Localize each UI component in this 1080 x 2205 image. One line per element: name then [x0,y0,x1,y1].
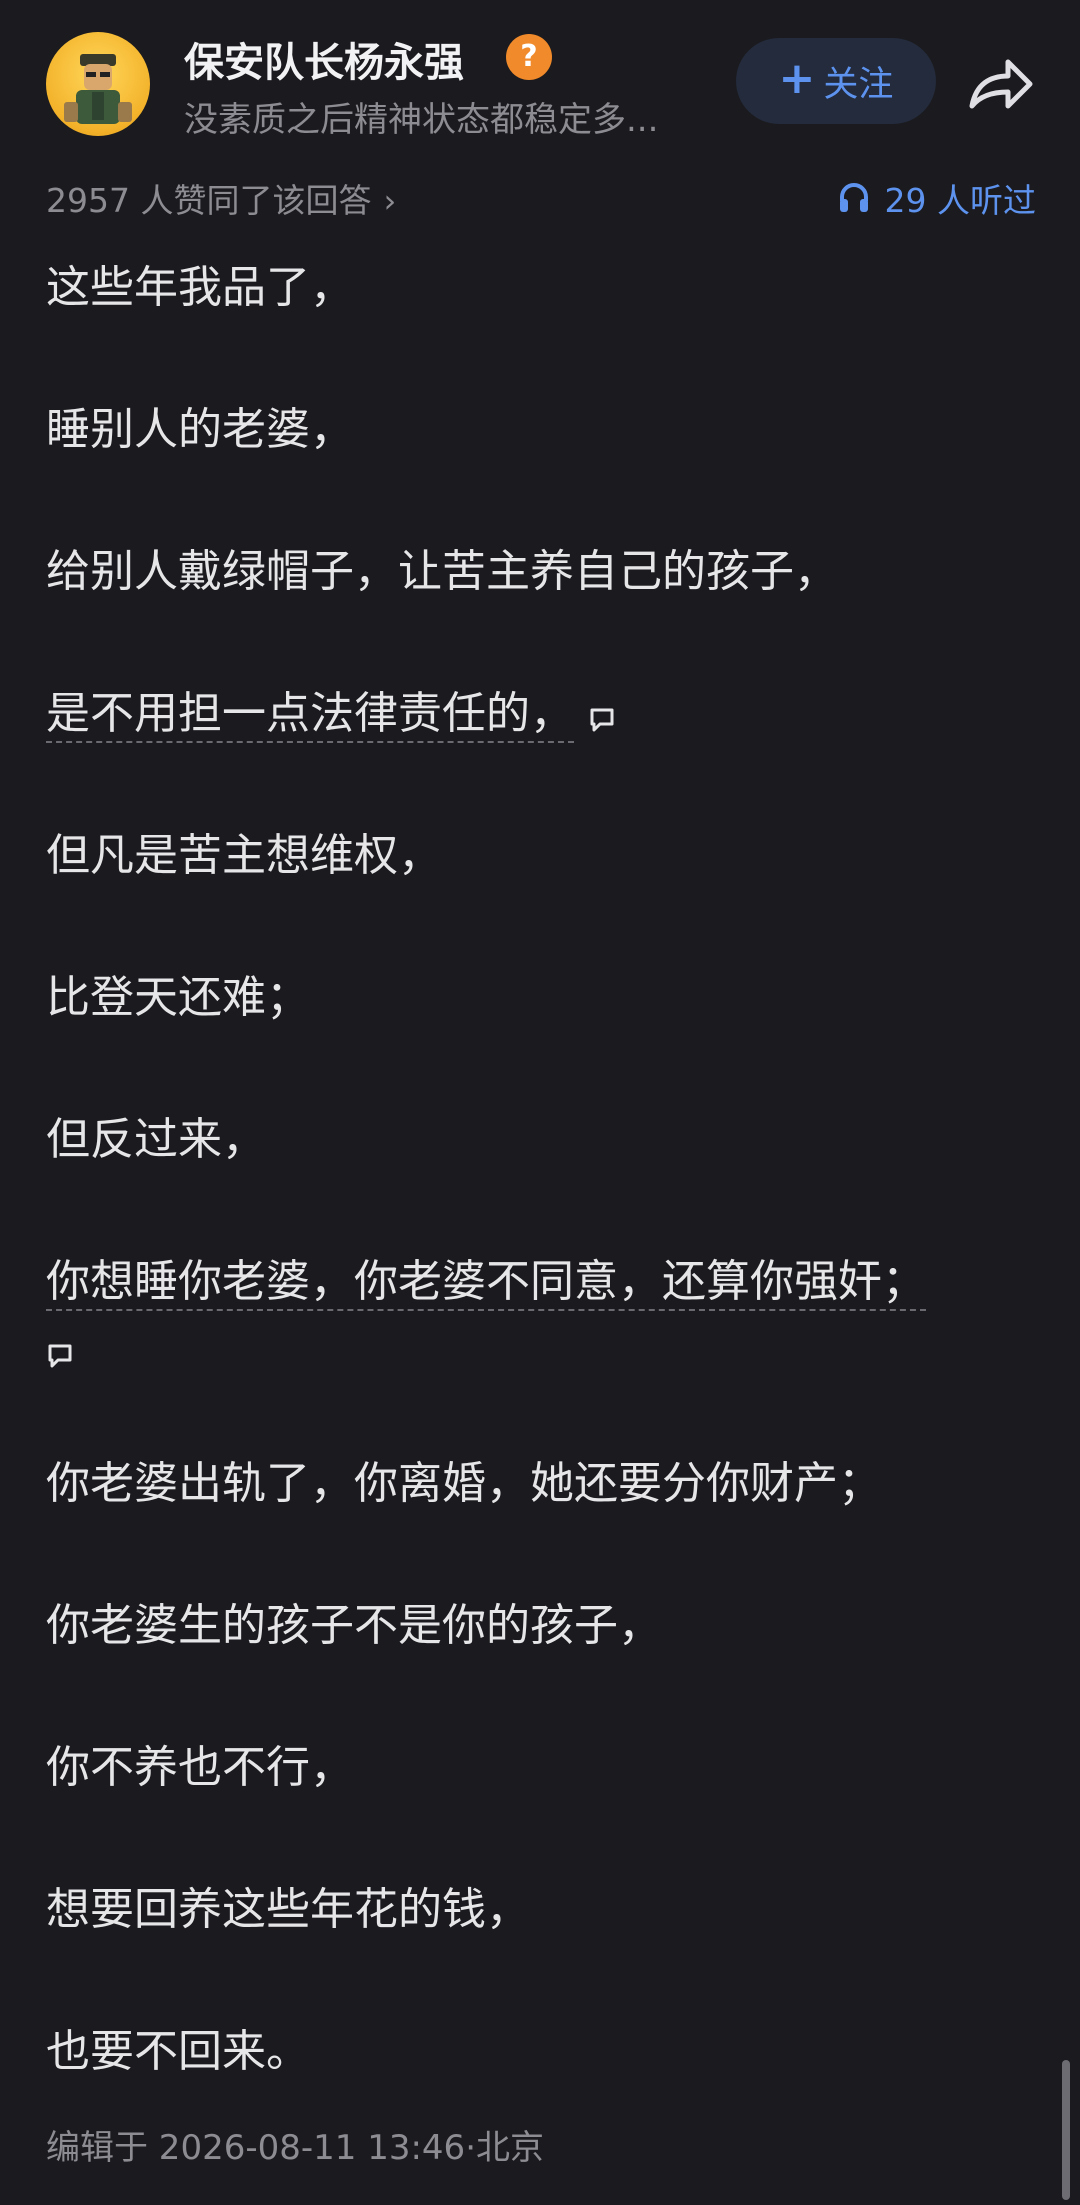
author-name[interactable]: 保安队长杨永强 [184,30,464,88]
follow-label: 关注 [823,64,894,105]
comment-icon[interactable] [46,1342,74,1370]
answer-paragraph: 比登天还难； [46,972,310,1023]
answer-paragraph: 睡别人的老婆， [46,404,354,455]
answer-paragraph: 想要回养这些年花的钱， [46,1884,530,1935]
chevron-right-icon: › [383,182,397,220]
question-badge-icon[interactable]: ? [506,34,552,80]
share-icon[interactable] [966,54,1036,114]
answer-paragraph: 给别人戴绿帽子，让苦主养自己的孩子， [46,546,838,597]
author-bio[interactable]: 没素质之后精神状态都稳定多... [184,92,704,141]
answer-header: 保安队长杨永强 ? 没素质之后精神状态都稳定多... + 关注 [0,0,1080,165]
agree-count-text: 2957 人赞同了该回答 [46,181,372,220]
follow-button[interactable]: + 关注 [736,38,936,124]
answer-paragraph-annotated[interactable]: 你想睡你老婆，你老婆不同意，还算你强奸； [46,1252,926,1312]
answer-paragraph: 但凡是苦主想维权， [46,830,442,881]
annotated-text[interactable]: 你想睡你老婆，你老婆不同意，还算你强奸； [46,1256,926,1311]
answer-paragraph: 你不养也不行， [46,1742,354,1793]
annotated-text[interactable]: 是不用担一点法律责任的， [46,688,574,743]
answer-paragraph: 你老婆生的孩子不是你的孩子， [46,1600,662,1651]
answer-paragraph: 但反过来， [46,1114,266,1165]
plus-icon: + [778,53,816,104]
answer-meta-row: 2957 人赞同了该回答 › 29 人听过 [46,168,1036,224]
headphones-icon [839,183,868,212]
answer-paragraph: 这些年我品了， [46,262,354,313]
scrollbar[interactable] [1062,2060,1070,2200]
answer-paragraph: 也要不回来。 [46,2026,310,2077]
comment-icon[interactable] [588,706,616,734]
edited-timestamp: 编辑于 2026-08-11 13:46·北京 [46,2128,544,2168]
avatar-figure-icon [64,54,132,124]
answer-paragraph-annotated[interactable]: 是不用担一点法律责任的， [46,684,616,744]
author-avatar[interactable] [46,32,150,136]
agree-count-link[interactable]: 2957 人赞同了该回答 › [46,174,396,222]
listen-button[interactable]: 29 人听过 [837,174,1036,222]
answer-paragraph: 你老婆出轨了，你离婚，她还要分你财产； [46,1458,882,1509]
listen-count-text: 29 人听过 [884,181,1036,220]
